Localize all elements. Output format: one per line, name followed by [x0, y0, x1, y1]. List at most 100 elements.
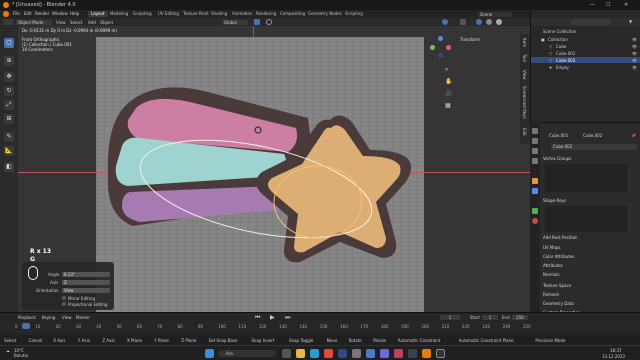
timeline-ruler[interactable]: 0 10 20 30 40 50 60 70 80 90 100 110 120 130 140 150 160… — [0, 323, 531, 335]
camera-view-icon[interactable]: 🎥 — [445, 90, 452, 97]
mirror-checkbox[interactable] — [62, 296, 66, 300]
angle-field[interactable]: 0.13° — [62, 272, 110, 277]
eye-icon[interactable]: 👁 — [632, 37, 637, 42]
minimize-button[interactable]: — — [590, 2, 595, 8]
scale-tool-icon[interactable]: ⤢ — [4, 100, 14, 110]
orientation-dropdown[interactable]: Global — [222, 20, 248, 25]
outliner-search-icon[interactable] — [571, 19, 611, 25]
close-button[interactable]: ✕ — [624, 2, 628, 8]
select-box-tool-icon[interactable]: ▢ — [4, 38, 14, 48]
perspective-toggle-icon[interactable]: ▦ — [445, 102, 451, 109]
timeline-marker-menu[interactable]: Marker — [76, 315, 90, 320]
add-cube-tool-icon[interactable]: ◧ — [4, 162, 14, 172]
tab-shading[interactable]: Shading — [208, 11, 230, 17]
eye-icon[interactable]: 👁 — [632, 51, 637, 56]
axis-field[interactable]: Z — [62, 280, 110, 285]
chrome-icon[interactable] — [324, 349, 333, 358]
xray-icon[interactable] — [460, 19, 466, 25]
outliner-row-cube-001[interactable]: ▽ Cube.001 👁 — [531, 50, 640, 56]
tab-modeling[interactable]: Modeling — [107, 11, 131, 17]
jump-start-icon[interactable]: ⏮ — [255, 314, 260, 321]
zoom-icon[interactable]: ⌕ — [445, 66, 448, 73]
tab-rendering[interactable]: Rendering — [253, 11, 279, 17]
taskbar-search[interactable]: Ara — [218, 350, 276, 357]
start-icon[interactable] — [205, 349, 214, 358]
tool-tab-icon[interactable] — [532, 128, 538, 134]
output-tab-icon[interactable] — [532, 148, 538, 154]
outliner-row-collection[interactable]: ▣ Collection 👁 — [531, 36, 640, 42]
data-tab-icon[interactable] — [532, 208, 538, 214]
mode-dropdown[interactable]: Object Mode — [16, 20, 52, 25]
add-menu[interactable]: Add — [88, 20, 96, 25]
gizmo-z-icon[interactable] — [438, 36, 443, 41]
mesh-name-field[interactable]: Cube.002 — [551, 144, 637, 150]
discord-icon[interactable] — [380, 349, 389, 358]
start-frame-field[interactable]: 1 — [482, 315, 498, 320]
snap-icon[interactable] — [254, 19, 260, 25]
eye-icon[interactable]: 👁 — [632, 65, 637, 70]
render-tab-icon[interactable] — [532, 138, 538, 144]
tab-compositing[interactable]: Compositing — [277, 11, 308, 17]
current-frame-field[interactable]: 1 — [440, 315, 460, 320]
material-tab-icon[interactable] — [532, 218, 538, 224]
modifier-tab-icon[interactable] — [532, 188, 538, 194]
panel-geometry-data[interactable]: Geometry Data — [543, 301, 639, 307]
blender-menu-icon[interactable] — [3, 11, 9, 17]
panel-shape-keys[interactable]: Shape Keys — [543, 198, 639, 204]
sidebar-tab-item[interactable]: Item — [522, 38, 527, 47]
tab-sculpting[interactable]: Sculpting — [130, 11, 155, 17]
transform-tool-icon[interactable]: ⊞ — [4, 114, 14, 124]
play-icon[interactable]: ▶ — [270, 314, 275, 321]
sidebar-tab-screencast[interactable]: Screencast Keys — [522, 86, 527, 119]
maximize-button[interactable]: ☐ — [606, 2, 610, 8]
panel-uv-maps[interactable]: UV Maps — [543, 245, 639, 251]
store-icon[interactable] — [352, 349, 361, 358]
eye-icon[interactable]: 👁 — [632, 44, 637, 49]
timeline-playback-menu[interactable]: Playback — [18, 315, 36, 320]
vertex-groups-list[interactable] — [545, 164, 627, 192]
tab-uv-editing[interactable]: UV Editing — [155, 11, 182, 17]
panel-texture-space[interactable]: Texture Space — [543, 283, 639, 289]
mail-icon[interactable] — [366, 349, 375, 358]
panel-add-rest-position[interactable]: Add Rest Position — [543, 235, 639, 241]
task-view-icon[interactable] — [282, 349, 291, 358]
gizmo-x-icon[interactable] — [446, 45, 451, 50]
gizmo-y-icon[interactable] — [430, 45, 435, 50]
sidebar-tab-tool[interactable]: Tool — [522, 54, 527, 62]
blender-taskbar-icon[interactable] — [422, 349, 431, 358]
menu-render[interactable]: Render — [35, 11, 49, 16]
menu-window[interactable]: Window — [52, 11, 68, 16]
panel-remesh[interactable]: Remesh — [543, 292, 639, 298]
cursor-tool-icon[interactable]: ⊕ — [4, 56, 14, 66]
steam-icon[interactable] — [408, 349, 417, 358]
navigation-gizmo[interactable] — [430, 36, 452, 58]
outliner-row-cube-002[interactable]: ▽ Cube.002 👁 — [531, 57, 640, 63]
outliner-row-cube[interactable]: ▽ Cube 👁 — [531, 43, 640, 49]
sidebar-tab-edit[interactable]: Edit — [522, 128, 527, 136]
tab-scripting[interactable]: Scripting — [342, 11, 366, 17]
annotate-tool-icon[interactable]: ✎ — [4, 132, 14, 142]
filter-icon[interactable]: ▼ — [629, 19, 632, 24]
playhead[interactable] — [22, 323, 30, 329]
select-menu[interactable]: Select — [70, 20, 82, 25]
transform-panel-header[interactable]: Transform — [460, 37, 480, 42]
jump-end-icon[interactable]: ⏭ — [285, 314, 290, 321]
tab-layout[interactable]: Layout — [88, 11, 108, 17]
menu-edit[interactable]: Edit — [24, 11, 32, 16]
panel-color-attributes[interactable]: Color Attributes — [543, 254, 639, 260]
outliner-row-empty[interactable]: ✣ Empty 👁 — [531, 64, 640, 70]
move-tool-icon[interactable]: ✥ — [4, 72, 14, 82]
panel-normals[interactable]: Normals — [543, 272, 639, 278]
scene-tab-icon[interactable] — [532, 158, 538, 164]
eye-icon[interactable]: 👁 — [632, 58, 637, 63]
overlay-icon[interactable] — [442, 19, 448, 25]
panel-vertex-groups[interactable]: Vertex Groups — [543, 156, 639, 162]
explorer-icon[interactable] — [296, 349, 305, 358]
proportional-icon[interactable] — [266, 19, 272, 25]
app-icon[interactable] — [394, 349, 403, 358]
object-menu[interactable]: Object — [100, 20, 113, 25]
panel-attributes[interactable]: Attributes — [543, 263, 639, 269]
gizmo-neg-z-icon[interactable] — [438, 53, 443, 58]
proportional-checkbox[interactable] — [62, 302, 66, 306]
photoshop-icon[interactable] — [338, 349, 347, 358]
